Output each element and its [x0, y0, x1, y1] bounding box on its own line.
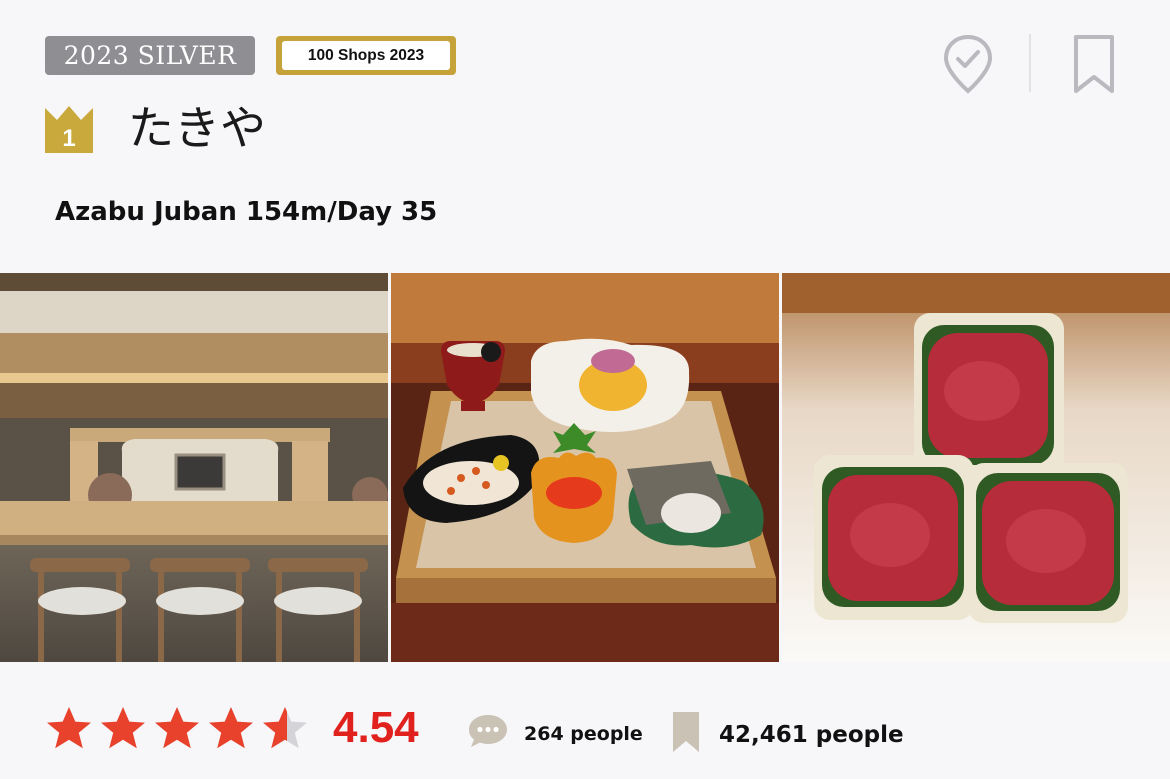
photo-beef-rolls[interactable] — [782, 273, 1170, 662]
half-star-icon — [263, 707, 307, 749]
silver-award-badge: 2023 SILVER — [45, 36, 255, 75]
rating-stars — [46, 705, 308, 751]
save-bookmark-icon — [673, 712, 699, 752]
hundred-shops-badge: 100 Shops 2023 — [276, 36, 456, 75]
star-icon — [209, 707, 253, 749]
review-bubble-icon — [469, 715, 507, 747]
shop-location: Azabu Juban 154m/Day 35 — [55, 197, 438, 227]
photo-interior[interactable] — [0, 273, 388, 662]
photo-appetizers[interactable] — [391, 273, 779, 662]
rating-score: 4.54 — [333, 703, 419, 752]
checkin-pin-icon[interactable] — [942, 34, 994, 94]
shop-name: たきや — [128, 101, 266, 155]
header-divider — [1029, 34, 1031, 92]
crown-icon: 1 — [45, 106, 93, 153]
review-count[interactable]: 264 people — [524, 720, 643, 748]
star-icon — [47, 707, 91, 749]
hundred-shops-label: 100 Shops 2023 — [282, 41, 450, 70]
star-icon — [155, 707, 199, 749]
bookmark-icon[interactable] — [1072, 34, 1116, 94]
save-count[interactable]: 42,461 people — [719, 718, 904, 752]
star-icon — [101, 707, 145, 749]
rank-number: 1 — [62, 125, 75, 152]
